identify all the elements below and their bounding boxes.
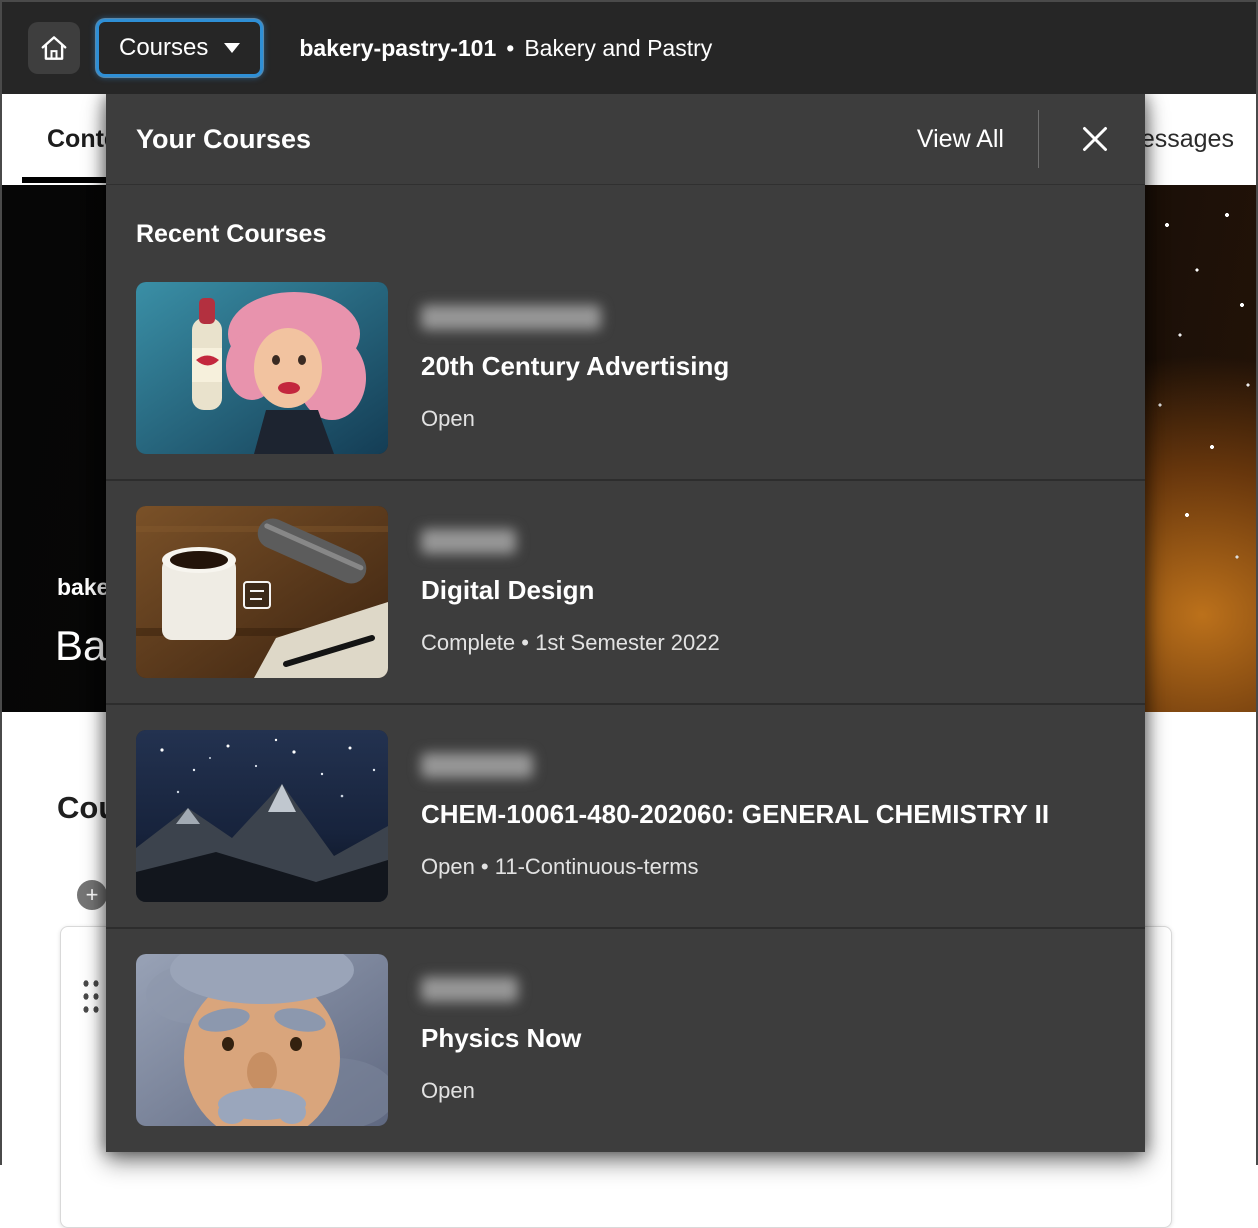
einstein-figurine-thumbnail-art (136, 954, 388, 1126)
courses-menu-button[interactable]: Courses (96, 19, 263, 77)
breadcrumb-course-id: bakery-pastry-101 (299, 35, 496, 61)
course-title: Physics Now (421, 1023, 581, 1054)
course-info: CHEM-10061-480-202060: GENERAL CHEMISTRY… (421, 753, 1049, 880)
redacted-course-id (421, 753, 533, 778)
header-divider (1038, 110, 1039, 168)
panel-body: Recent Courses (106, 220, 1145, 1151)
close-icon (1077, 121, 1113, 157)
document-icon (244, 582, 270, 608)
course-thumbnail (136, 730, 388, 902)
drag-handle-icon[interactable] (81, 977, 101, 1016)
course-thumbnail (136, 282, 388, 454)
course-title: Digital Design (421, 575, 720, 606)
course-info: Digital Design Complete • 1st Semester 2… (421, 529, 720, 656)
course-info: Physics Now Open (421, 977, 581, 1104)
home-button[interactable] (28, 22, 80, 74)
breadcrumb: bakery-pastry-101 • Bakery and Pastry (299, 35, 712, 62)
view-all-button[interactable]: View All (917, 125, 1004, 154)
course-card-physics-now[interactable]: Physics Now Open (106, 927, 1145, 1151)
course-card-general-chemistry[interactable]: CHEM-10061-480-202060: GENERAL CHEMISTRY… (106, 703, 1145, 927)
retro-advertising-thumbnail-art (136, 282, 388, 454)
add-content-button[interactable]: + (74, 877, 110, 913)
course-thumbnail (136, 954, 388, 1126)
home-icon (39, 33, 69, 63)
course-card-20th-century-advertising[interactable]: 20th Century Advertising Open (106, 257, 1145, 479)
course-title: CHEM-10061-480-202060: GENERAL CHEMISTRY… (421, 799, 1049, 830)
chevron-down-icon (224, 43, 240, 53)
course-title: 20th Century Advertising (421, 351, 729, 382)
course-status: Open (421, 406, 729, 432)
course-info: 20th Century Advertising Open (421, 305, 729, 432)
redacted-course-id (421, 977, 518, 1002)
course-status: Complete • 1st Semester 2022 (421, 630, 720, 656)
close-panel-button[interactable] (1073, 117, 1117, 161)
redacted-course-id (421, 305, 601, 330)
courses-menu-label: Courses (119, 34, 208, 62)
plus-icon: + (86, 884, 99, 906)
breadcrumb-separator: • (506, 35, 514, 61)
coffee-notebook-thumbnail-art (136, 506, 388, 678)
course-thumbnail (136, 506, 388, 678)
night-mountain-thumbnail-art (136, 730, 388, 902)
course-status: Open • 11-Continuous-terms (421, 854, 1049, 880)
course-card-digital-design[interactable]: Digital Design Complete • 1st Semester 2… (106, 479, 1145, 703)
course-status: Open (421, 1078, 581, 1104)
recent-courses-heading: Recent Courses (136, 220, 1145, 249)
top-navigation-bar: Courses bakery-pastry-101 • Bakery and Pas… (2, 2, 1256, 94)
panel-title: Your Courses (136, 124, 917, 155)
panel-header: Your Courses View All (106, 94, 1145, 185)
redacted-course-id (421, 529, 516, 554)
your-courses-panel: Your Courses View All Recent Courses (106, 94, 1145, 1152)
breadcrumb-course-name: Bakery and Pastry (524, 35, 712, 61)
